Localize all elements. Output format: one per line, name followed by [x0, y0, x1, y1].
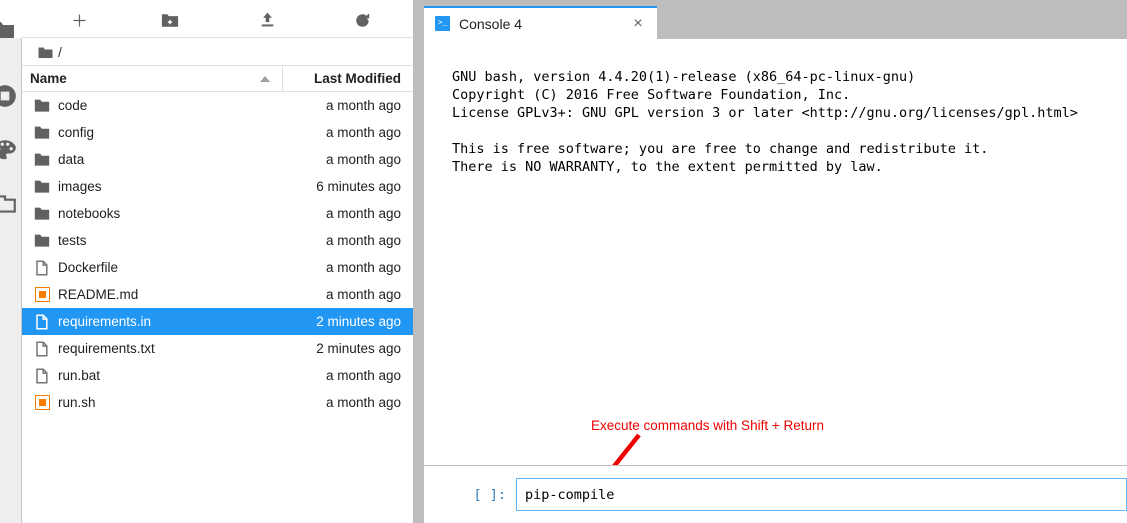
- file-name: tests: [58, 233, 87, 248]
- folder-icon: [34, 98, 50, 114]
- tab-label: Console 4: [459, 15, 523, 32]
- folder-icon: [34, 152, 50, 168]
- new-folder-button[interactable]: [153, 8, 187, 32]
- file-row-images[interactable]: images 6 minutes ago: [22, 173, 413, 200]
- file-row-data[interactable]: data a month ago: [22, 146, 413, 173]
- file-icon: [34, 341, 50, 357]
- file-row-run-sh[interactable]: run.sh a month ago: [22, 389, 413, 416]
- file-row-code[interactable]: code a month ago: [22, 92, 413, 119]
- file-name: notebooks: [58, 206, 121, 221]
- file-row-tests[interactable]: tests a month ago: [22, 227, 413, 254]
- folder-icon: [38, 46, 53, 58]
- file-modified: a month ago: [325, 287, 401, 302]
- file-row-readme-md[interactable]: README.md a month ago: [22, 281, 413, 308]
- file-icon: [34, 260, 50, 276]
- file-modified: a month ago: [325, 125, 401, 140]
- file-name: data: [58, 152, 85, 167]
- file-modified: a month ago: [325, 98, 401, 113]
- file-modified: 6 minutes ago: [316, 179, 401, 194]
- file-name: requirements.txt: [58, 341, 155, 356]
- file-row-notebooks[interactable]: notebooks a month ago: [22, 200, 413, 227]
- marked-file-icon: [34, 287, 50, 303]
- upload-icon[interactable]: [250, 8, 284, 32]
- close-icon[interactable]: ×: [625, 11, 651, 37]
- folder-icon: [34, 125, 50, 141]
- file-name: Dockerfile: [58, 260, 119, 275]
- folder-icon: [34, 179, 50, 195]
- file-browser-toolbar: [22, 0, 413, 38]
- console-input[interactable]: pip-compile: [516, 478, 1127, 511]
- new-launcher-button[interactable]: [62, 8, 96, 32]
- file-modified: a month ago: [325, 260, 401, 275]
- file-name: requirements.in: [58, 314, 152, 329]
- file-row-run-bat[interactable]: run.bat a month ago: [22, 362, 413, 389]
- corner-folder-icon: [0, 20, 16, 40]
- file-modified: 2 minutes ago: [316, 341, 401, 356]
- file-modified: 2 minutes ago: [316, 314, 401, 329]
- file-row-config[interactable]: config a month ago: [22, 119, 413, 146]
- console-panel: >_ Console 4 × GNU bash, version 4.4.20(…: [424, 0, 1127, 523]
- tab-console-4[interactable]: >_ Console 4 ×: [424, 6, 657, 39]
- file-browser-panel: / Name Last Modified code a month ago conf…: [22, 0, 413, 523]
- file-name: README.md: [58, 287, 139, 302]
- file-modified: a month ago: [325, 233, 401, 248]
- palette-icon[interactable]: [0, 136, 19, 164]
- sort-ascending-icon: [260, 75, 270, 82]
- column-header-last-modified[interactable]: Last Modified: [283, 71, 413, 86]
- column-header-name-label: Name: [30, 71, 67, 86]
- file-name: config: [58, 125, 95, 140]
- refresh-icon[interactable]: [345, 8, 379, 32]
- file-row-requirements-in[interactable]: requirements.in 2 minutes ago: [22, 308, 413, 335]
- file-row-requirements-txt[interactable]: requirements.txt 2 minutes ago: [22, 335, 413, 362]
- file-modified: a month ago: [325, 368, 401, 383]
- folder-icon: [34, 233, 50, 249]
- file-name: code: [58, 98, 88, 113]
- panel-splitter[interactable]: [413, 0, 424, 523]
- file-icon: [34, 314, 50, 330]
- tabs-icon[interactable]: [0, 190, 19, 218]
- file-row-dockerfile[interactable]: Dockerfile a month ago: [22, 254, 413, 281]
- activity-bar: [0, 38, 22, 523]
- file-list: code a month ago config a month ago data a mo…: [22, 92, 413, 416]
- file-name: images: [58, 179, 102, 194]
- marked-file-icon: [34, 395, 50, 411]
- breadcrumb[interactable]: /: [22, 38, 413, 66]
- file-name: run.sh: [58, 395, 96, 410]
- file-modified: a month ago: [325, 152, 401, 167]
- console-prompt-area: [ ]: pip-compile: [424, 465, 1127, 523]
- file-name: run.bat: [58, 368, 101, 383]
- console-tab-bar: >_ Console 4 ×: [424, 0, 1127, 39]
- console-output: GNU bash, version 4.4.20(1)-release (x86…: [452, 69, 1078, 175]
- file-list-header: Name Last Modified: [22, 66, 413, 92]
- breadcrumb-path: /: [58, 43, 62, 60]
- running-terminals-icon[interactable]: [0, 82, 19, 110]
- file-icon: [34, 368, 50, 384]
- file-modified: a month ago: [325, 206, 401, 221]
- folder-icon: [34, 206, 50, 222]
- jupyterlab-window: / Name Last Modified code a month ago conf…: [0, 0, 1127, 523]
- terminal-icon: >_: [435, 16, 450, 31]
- file-modified: a month ago: [325, 395, 401, 410]
- column-header-name[interactable]: Name: [22, 66, 283, 91]
- prompt-label: [ ]:: [473, 486, 506, 503]
